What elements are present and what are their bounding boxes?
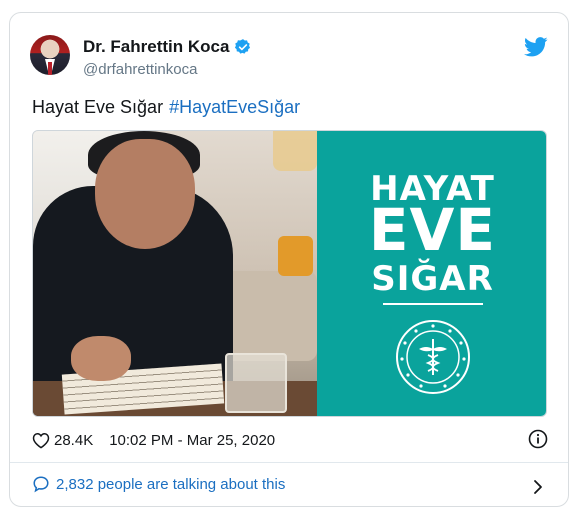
tweet-header: Dr. Fahrettin Koca @drfahrettinkoca: [30, 33, 548, 81]
ministry-seal-icon: [396, 320, 470, 394]
slogan-divider: [383, 303, 483, 305]
author-name-row: Dr. Fahrettin Koca: [83, 37, 252, 57]
heart-icon[interactable]: [32, 432, 50, 449]
media-photo: [33, 131, 317, 416]
talking-count-text[interactable]: 2,832 people are talking about this: [56, 476, 285, 493]
tweet-timestamp[interactable]: 10:02 PM - Mar 25, 2020: [109, 432, 275, 449]
slogan-line-2: EVE: [368, 196, 497, 264]
slogan-panel: HAYAT EVE SIĞAR: [317, 131, 546, 416]
avatar[interactable]: [30, 35, 70, 75]
hashtag-link[interactable]: #HayatEveSığar: [169, 97, 300, 117]
tweet-body: Hayat Eve Sığar: [32, 97, 164, 117]
tweet-card: Dr. Fahrettin Koca @drfahrettinkoca Haya…: [9, 12, 569, 507]
like-count[interactable]: 28.4K: [54, 432, 93, 449]
chevron-right-icon[interactable]: [532, 479, 544, 495]
tweet-media[interactable]: HAYAT EVE SIĞAR: [32, 130, 547, 417]
conversation-link[interactable]: 2,832 people are talking about this: [32, 475, 285, 493]
author-handle[interactable]: @drfahrettinkoca: [83, 61, 197, 78]
verified-badge-icon: [235, 39, 251, 54]
tweet-text: Hayat Eve Sığar #HayatEveSığar: [32, 97, 300, 118]
speech-bubble-icon: [33, 476, 49, 493]
tweet-meta: 28.4K 10:02 PM - Mar 25, 2020: [32, 429, 275, 451]
info-icon[interactable]: [528, 429, 548, 449]
slogan-line-3: SIĞAR: [371, 259, 494, 299]
twitter-bird-icon[interactable]: [524, 37, 548, 57]
footer-divider: [10, 462, 568, 463]
author-name[interactable]: Dr. Fahrettin Koca: [83, 37, 229, 57]
